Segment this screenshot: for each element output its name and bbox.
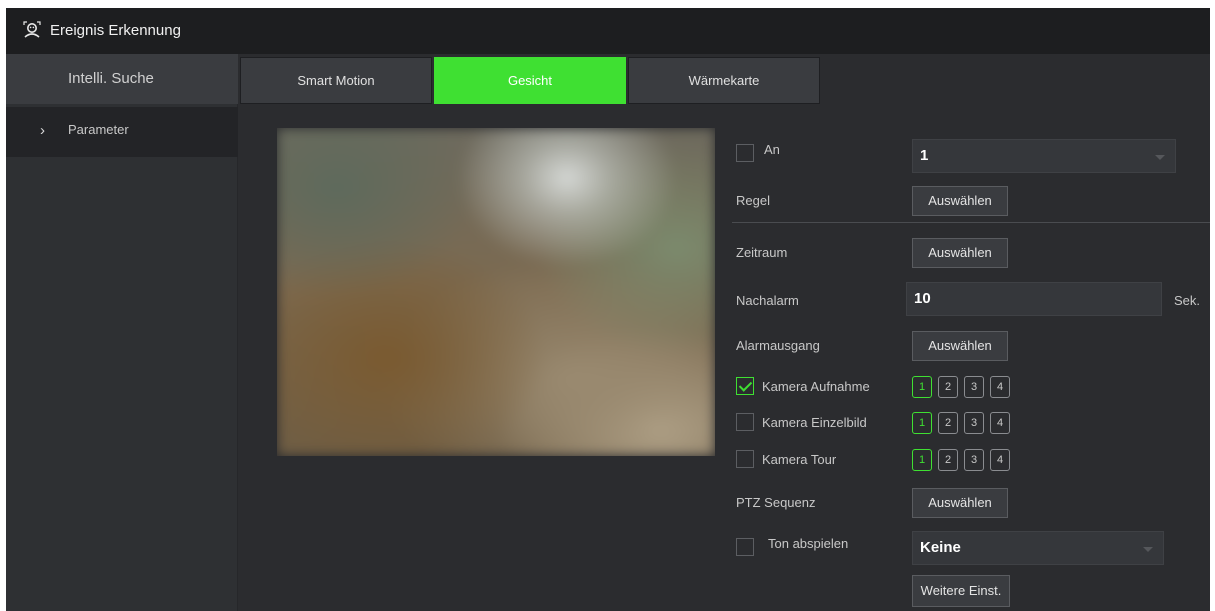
channel-select[interactable]: 1: [912, 139, 1176, 173]
regel-label: Regel: [736, 193, 770, 208]
channel-4-toggle[interactable]: 4: [990, 449, 1010, 471]
divider: [732, 222, 1210, 223]
nachalarm-label: Nachalarm: [736, 293, 799, 308]
an-label: An: [764, 142, 780, 157]
sound-select[interactable]: Keine: [912, 531, 1164, 565]
tab-smart-motion[interactable]: Smart Motion: [240, 57, 432, 104]
an-checkbox[interactable]: [736, 144, 754, 162]
sidebar-item-label: Parameter: [68, 122, 129, 137]
camera-preview-image: [277, 128, 715, 456]
ptz-sequenz-label: PTZ Sequenz: [736, 495, 816, 510]
chevron-down-icon: [1155, 155, 1165, 160]
channel-select-value: 1: [920, 147, 929, 164]
channel-4-toggle[interactable]: 4: [990, 412, 1010, 434]
channel-1-toggle[interactable]: 1: [912, 412, 932, 434]
channel-1-toggle[interactable]: 1: [912, 376, 932, 398]
sound-select-value: Keine: [920, 539, 961, 556]
main-content: An 1 Regel Auswählen Zeitraum Auswählen …: [240, 104, 1210, 611]
channel-4-toggle[interactable]: 4: [990, 376, 1010, 398]
ptz-sequenz-select-button[interactable]: Auswählen: [912, 488, 1008, 518]
tab-waermekarte[interactable]: Wärmekarte: [628, 57, 820, 104]
channel-2-toggle[interactable]: 2: [938, 449, 958, 471]
kamera-aufnahme-checkbox[interactable]: [736, 377, 754, 395]
title-bar: Ereignis Erkennung: [6, 8, 1210, 54]
tab-gesicht[interactable]: Gesicht: [434, 57, 626, 104]
event-detection-window: Ereignis Erkennung Intelli. Suche › Para…: [6, 8, 1210, 611]
kamera-aufnahme-label: Kamera Aufnahme: [762, 379, 870, 394]
channel-3-toggle[interactable]: 3: [964, 376, 984, 398]
nachalarm-input[interactable]: 10: [906, 282, 1162, 316]
alarmausgang-select-button[interactable]: Auswählen: [912, 331, 1008, 361]
nachalarm-value: 10: [914, 290, 931, 307]
camera-preview: [277, 128, 715, 456]
sidebar-item-parameter[interactable]: › Parameter: [6, 107, 238, 157]
tab-bar: Smart Motion Gesicht Wärmekarte: [240, 54, 1210, 104]
sidebar-item-label: Intelli. Suche: [68, 70, 154, 87]
regel-select-button[interactable]: Auswählen: [912, 186, 1008, 216]
channel-2-toggle[interactable]: 2: [938, 412, 958, 434]
channel-1-toggle[interactable]: 1: [912, 449, 932, 471]
kamera-tour-checkbox[interactable]: [736, 450, 754, 468]
sidebar: Intelli. Suche › Parameter: [6, 54, 238, 611]
channel-3-toggle[interactable]: 3: [964, 449, 984, 471]
zeitraum-label: Zeitraum: [736, 245, 788, 260]
kamera-tour-label: Kamera Tour: [762, 452, 837, 467]
kamera-einzelbild-label: Kamera Einzelbild: [762, 415, 867, 430]
zeitraum-select-button[interactable]: Auswählen: [912, 238, 1008, 268]
alarmausgang-label: Alarmausgang: [736, 338, 820, 353]
kamera-einzelbild-checkbox[interactable]: [736, 413, 754, 431]
ton-abspielen-label: Ton abspielen: [768, 536, 849, 551]
window-title: Ereignis Erkennung: [50, 22, 181, 39]
weitere-einstellungen-button[interactable]: Weitere Einst.: [912, 575, 1010, 607]
nachalarm-unit: Sek.: [1174, 293, 1201, 308]
channel-3-toggle[interactable]: 3: [964, 412, 984, 434]
chevron-right-icon: ›: [40, 122, 45, 139]
ton-abspielen-checkbox[interactable]: [736, 538, 754, 556]
channel-2-toggle[interactable]: 2: [938, 376, 958, 398]
chevron-down-icon: [1143, 547, 1153, 552]
face-detect-icon: [23, 21, 41, 38]
sidebar-item-intelli-suche[interactable]: Intelli. Suche: [6, 54, 238, 104]
